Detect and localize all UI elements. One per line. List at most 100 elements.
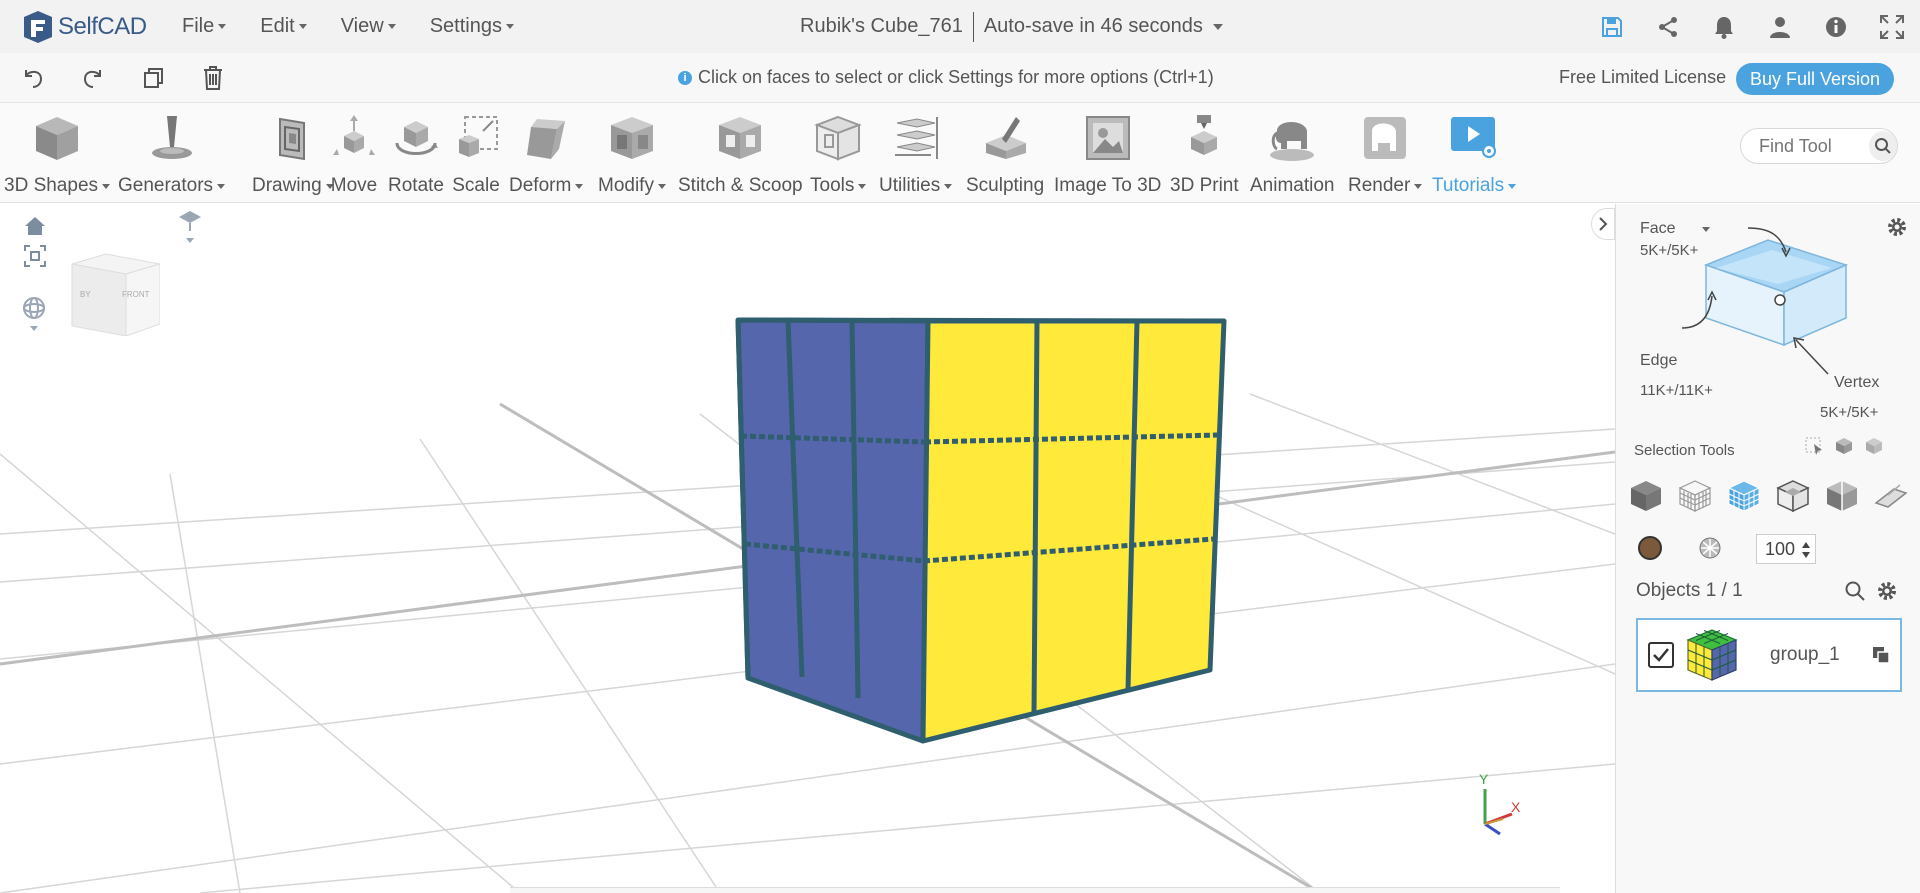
vertex-label[interactable]: Vertex — [1834, 374, 1879, 392]
texture-icon[interactable] — [1698, 536, 1722, 560]
tool-utilities[interactable]: Utilities — [879, 111, 953, 197]
info-icon[interactable] — [1822, 13, 1850, 41]
solid-select-icon[interactable] — [1626, 476, 1666, 516]
animation-elephant-icon — [1265, 111, 1319, 165]
spinner-icon[interactable] — [1801, 540, 1811, 565]
find-tool-input[interactable] — [1759, 135, 1867, 157]
fit-view-icon[interactable] — [22, 244, 48, 268]
edge-select-icon[interactable] — [1773, 476, 1813, 516]
search-icon[interactable] — [1869, 131, 1897, 161]
tool-stitch-scoop[interactable]: Stitch & Scoop — [678, 111, 803, 197]
chevron-right-icon — [1599, 217, 1608, 231]
caret-down-icon — [218, 24, 227, 29]
undo-icon[interactable] — [20, 65, 46, 91]
edge-count: 11K+/11K+ — [1640, 382, 1713, 399]
top-icons — [1570, 0, 1906, 53]
bell-icon[interactable] — [1710, 13, 1738, 41]
objects-settings-gear-icon[interactable] — [1876, 580, 1898, 607]
caret-down-icon — [858, 183, 867, 189]
info-dot-icon: i — [678, 70, 692, 85]
object-list-item[interactable]: group_1 — [1636, 618, 1902, 692]
selfcad-logo-icon — [20, 9, 54, 45]
menu-file[interactable]: File — [182, 15, 227, 38]
perspective-caret-icon[interactable] — [184, 236, 196, 246]
tool-sculpting[interactable]: Sculpting — [966, 111, 1044, 197]
move-icon — [327, 111, 381, 165]
tutorials-video-icon — [1447, 111, 1501, 165]
edge-label[interactable]: Edge — [1640, 352, 1677, 370]
wireframe-select-icon[interactable] — [1675, 476, 1715, 516]
title-separator — [972, 11, 974, 42]
tool-generators[interactable]: Generators — [118, 111, 226, 197]
app-logo[interactable]: SelfCAD — [20, 9, 170, 45]
generator-icon — [145, 111, 199, 165]
user-icon[interactable] — [1766, 13, 1794, 41]
tool-label: Render — [1348, 175, 1423, 197]
perspective-icon[interactable] — [176, 208, 204, 234]
duplicate-object-icon[interactable] — [1872, 646, 1890, 669]
home-view-icon[interactable] — [22, 214, 48, 238]
menu-view[interactable]: View — [341, 15, 396, 38]
face-count: 5K+/5K+ — [1640, 242, 1699, 259]
object-visibility-checkbox[interactable] — [1648, 642, 1674, 668]
object-search-icon[interactable] — [1844, 580, 1866, 607]
3d-viewport[interactable]: Y X BY FRONT — [0, 204, 1615, 893]
tool-image-to-3d[interactable]: Image To 3D — [1054, 111, 1161, 197]
tool-label-text: Deform — [509, 175, 572, 196]
tool-drawing[interactable]: Drawing — [252, 111, 334, 197]
opacity-input[interactable]: 100 — [1756, 534, 1816, 564]
drawing-icon — [266, 111, 320, 165]
fullscreen-icon[interactable] — [1878, 13, 1906, 41]
tool-label-text: Image To 3D — [1054, 175, 1162, 196]
orbit-caret-icon[interactable] — [28, 324, 40, 334]
tool-tutorials[interactable]: Tutorials — [1432, 111, 1517, 197]
select-layer-icon[interactable] — [1864, 436, 1886, 458]
tool-rotate[interactable]: Rotate — [388, 111, 444, 197]
scene-canvas[interactable]: Y X — [0, 204, 1615, 893]
tool-label-text: Generators — [118, 175, 214, 196]
tool-label-text: Sculpting — [966, 175, 1045, 196]
copy-icon[interactable] — [140, 65, 166, 91]
selection-hint: i Click on faces to select or click Sett… — [678, 67, 1214, 88]
half-select-icon[interactable] — [1822, 476, 1862, 516]
tool-move[interactable]: Move — [327, 111, 381, 197]
object-color-swatch[interactable] — [1638, 536, 1662, 560]
select-cursor-icon[interactable] — [1804, 436, 1826, 458]
tool-3d-shapes[interactable]: 3D Shapes — [4, 111, 111, 197]
tool-animation[interactable]: Animation — [1250, 111, 1335, 197]
tool-label: Animation — [1250, 175, 1335, 197]
tool-tools[interactable]: Tools — [810, 111, 867, 197]
tool-3d-print[interactable]: 3D Print — [1170, 111, 1239, 197]
tool-label: Tutorials — [1432, 175, 1517, 197]
save-icon[interactable] — [1598, 13, 1626, 41]
bottom-timeline-strip[interactable] — [510, 887, 1560, 893]
menu-file-label: File — [182, 15, 215, 37]
plane-select-icon[interactable] — [1871, 476, 1911, 516]
tool-modify[interactable]: Modify — [598, 111, 666, 197]
collapse-panel-button[interactable] — [1591, 208, 1615, 240]
menu-settings[interactable]: Settings — [430, 15, 514, 38]
navigation-cube[interactable]: BY FRONT — [68, 252, 161, 337]
panel-settings-gear-icon[interactable] — [1886, 216, 1908, 243]
autosave-status[interactable]: Auto-save in 46 seconds — [984, 15, 1203, 38]
tool-label: Drawing — [252, 175, 334, 197]
autosave-caret-icon[interactable] — [1212, 23, 1223, 30]
tool-render[interactable]: Render — [1348, 111, 1423, 197]
delete-icon[interactable] — [200, 65, 226, 91]
objects-count-label: Objects 1 / 1 — [1636, 580, 1743, 601]
buy-full-version-button[interactable]: Buy Full Version — [1736, 63, 1894, 95]
share-icon[interactable] — [1654, 13, 1682, 41]
face-select-icon[interactable] — [1724, 476, 1764, 516]
vertex-count: 5K+/5K+ — [1820, 404, 1879, 421]
top-bar: SelfCAD File Edit View Settings Rubik's … — [0, 0, 1920, 53]
select-object-icon[interactable] — [1834, 436, 1856, 458]
tool-scale[interactable]: Scale — [449, 111, 503, 197]
document-title[interactable]: Rubik's Cube_761 — [800, 15, 963, 38]
menu-edit[interactable]: Edit — [260, 15, 307, 38]
tool-label-text: Scale — [452, 175, 500, 196]
tool-deform[interactable]: Deform — [509, 111, 584, 197]
orbit-view-icon[interactable] — [20, 294, 48, 322]
redo-icon[interactable] — [80, 65, 106, 91]
caret-down-icon — [298, 24, 307, 29]
tool-label: Generators — [118, 175, 226, 197]
